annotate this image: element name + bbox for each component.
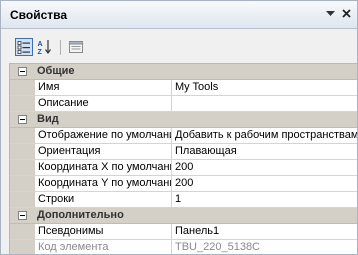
property-value: TBU_220_5138C (175, 241, 261, 253)
property-name: Псевдонимы (35, 224, 172, 239)
property-row-aliases[interactable]: Псевдонимы Панель1 (10, 224, 357, 240)
property-value[interactable]: Добавить к рабочим пространствам (172, 128, 357, 143)
property-value[interactable] (172, 96, 357, 111)
properties-panel: Свойства A Z Общие Имя My Tools Описание… (0, 0, 358, 255)
property-name: Отображение по умолчанию (35, 128, 172, 143)
svg-text:A: A (38, 41, 43, 48)
svg-text:Z: Z (38, 49, 43, 55)
property-name: Координата X по умолчанию (35, 160, 172, 175)
category-label: Общие (37, 65, 75, 77)
property-row-default-x[interactable]: Координата X по умолчанию 200 (10, 160, 357, 176)
property-pages-icon[interactable] (67, 38, 85, 56)
close-icon[interactable] (339, 6, 354, 21)
categorized-view-icon[interactable] (15, 38, 33, 56)
panel-title: Свойства (10, 8, 68, 22)
property-value[interactable]: 200 (172, 160, 357, 175)
property-row-default-display[interactable]: Отображение по умолчанию Добавить к рабо… (10, 128, 357, 144)
collapse-icon[interactable] (18, 211, 27, 220)
property-row-name[interactable]: Имя My Tools (10, 80, 357, 96)
property-grid: Общие Имя My Tools Описание Вид Отображе… (9, 63, 357, 254)
property-row-orientation[interactable]: Ориентация Плавающая (10, 144, 357, 160)
category-label: Дополнительно (37, 209, 124, 221)
property-name: Код элемента (35, 240, 172, 254)
category-general[interactable]: Общие (10, 64, 357, 80)
property-row-default-y[interactable]: Координата Y по умолчанию 200 (10, 176, 357, 192)
collapse-icon[interactable] (18, 67, 27, 76)
panel-titlebar: Свойства (1, 1, 357, 29)
property-name: Ориентация (35, 144, 172, 159)
category-advanced[interactable]: Дополнительно (10, 208, 357, 224)
category-label: Вид (37, 113, 59, 125)
property-name: Строки (35, 192, 172, 207)
panel-menu-dropdown-icon[interactable] (323, 6, 338, 21)
property-name: Координата Y по умолчанию (35, 176, 172, 191)
property-name: Описание (35, 96, 172, 111)
category-view[interactable]: Вид (10, 112, 357, 128)
property-value[interactable]: My Tools (172, 80, 357, 95)
property-toolbar: A Z (1, 29, 357, 63)
property-row-rows[interactable]: Строки 1 (10, 192, 357, 208)
property-value[interactable]: 1 (172, 192, 357, 207)
alphabetical-sort-icon[interactable]: A Z (36, 38, 54, 56)
collapse-icon[interactable] (18, 115, 27, 124)
property-value[interactable]: Панель1 (172, 224, 357, 239)
property-value[interactable]: 200 (172, 176, 357, 191)
property-row-description[interactable]: Описание (10, 96, 357, 112)
property-name: Имя (35, 80, 172, 95)
toolbar-separator (60, 40, 61, 55)
property-row-element-id[interactable]: Код элемента TBU_220_5138C (10, 240, 357, 254)
property-value[interactable]: Плавающая (172, 144, 357, 159)
